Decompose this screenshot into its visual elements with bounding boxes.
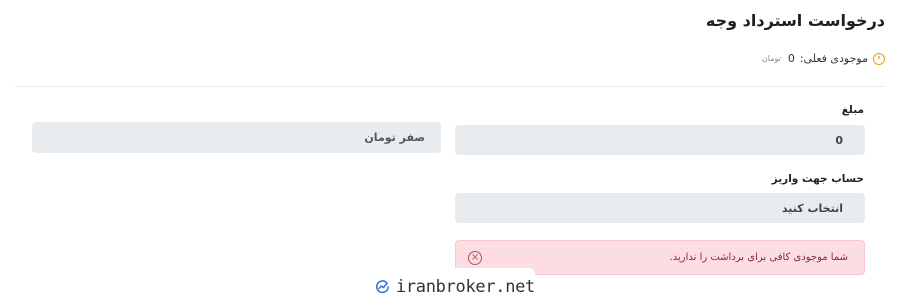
watermark: iranbroker.net [375,268,535,306]
iranbroker-logo-icon [375,280,389,294]
page-title: درخواست استرداد وجه [705,11,885,30]
current-balance: ‹ موجودی فعلی: 0 تومان [762,52,885,65]
divider [15,86,885,87]
balance-unit: تومان [761,54,781,63]
watermark-text: iranbroker.net [395,277,535,297]
alert-message: شما موجودی کافی برای برداشت را ندارید. [669,252,848,263]
amount-label: مبلغ [841,104,864,116]
chevron-left-circle-icon: ‹ [873,52,885,65]
amount-input[interactable]: 0 [455,125,865,155]
balance-value: 0 [787,52,795,65]
close-circle-icon[interactable]: × [468,250,482,265]
amount-in-words: صفر تومان [32,122,441,153]
account-select[interactable]: انتخاب کنید [455,193,865,223]
account-label: حساب جهت واریز [771,173,864,185]
balance-label: موجودی فعلی: [799,52,868,65]
